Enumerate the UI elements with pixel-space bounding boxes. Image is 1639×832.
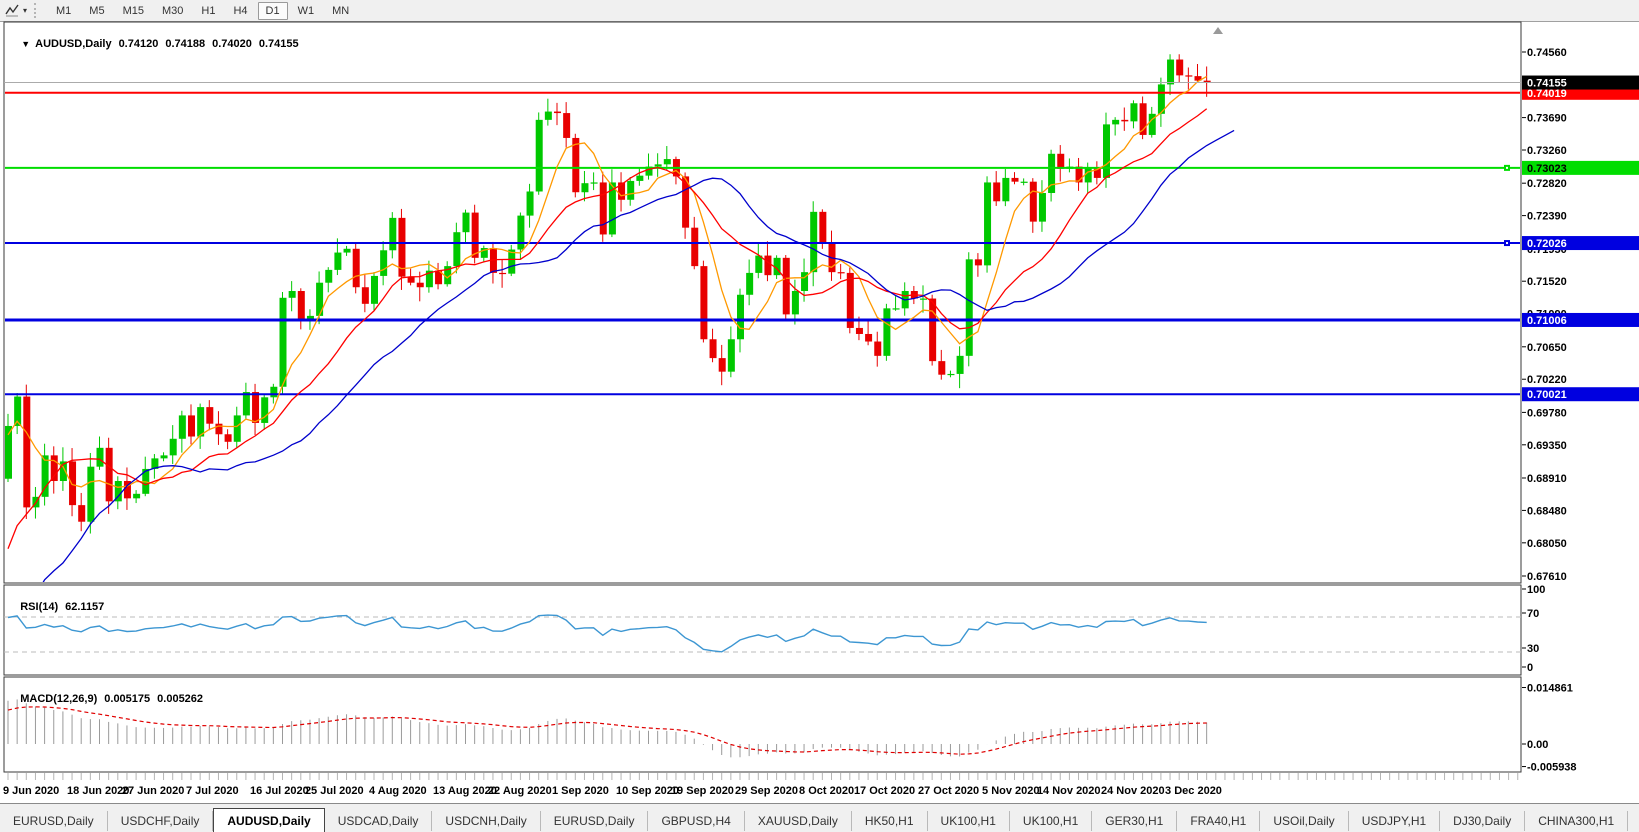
svg-text:30: 30 (1527, 643, 1539, 655)
rsi-value: 62.1157 (65, 601, 105, 613)
date-label: 19 Sep 2020 (671, 785, 734, 797)
date-label: 18 Jun 2020 (67, 785, 129, 797)
svg-text:0.68910: 0.68910 (1527, 473, 1567, 485)
svg-text:0.68480: 0.68480 (1527, 505, 1567, 517)
rsi-pane-label: RSI(14) 62.1157 (8, 589, 104, 625)
svg-text:0.74155: 0.74155 (1527, 78, 1567, 90)
svg-text:0.74560: 0.74560 (1527, 47, 1567, 59)
tab-usdjpy-h1[interactable]: USDJPY,H1 (1349, 811, 1441, 831)
tab-usoil-daily[interactable]: USOil,Daily (1260, 811, 1349, 831)
tab-usoil-h1[interactable]: USOil,H1 (1628, 811, 1639, 831)
svg-text:0.72820: 0.72820 (1527, 178, 1567, 190)
svg-text:0.73023: 0.73023 (1527, 163, 1567, 175)
svg-text:0.70021: 0.70021 (1527, 389, 1567, 401)
ohlc-high: 0.74188 (165, 38, 206, 50)
tab-ger30-h1[interactable]: GER30,H1 (1092, 811, 1178, 831)
svg-text:100: 100 (1527, 584, 1545, 596)
macd-signal-value: 0.005262 (157, 693, 204, 705)
svg-text:0.72390: 0.72390 (1527, 211, 1567, 223)
tab-uk100-h1[interactable]: UK100,H1 (1010, 811, 1093, 831)
date-label: 25 Jul 2020 (305, 785, 364, 797)
trading-app-window: ▾ M1M5M15M30H1H4D1W1MN 0.745600.741300.7… (0, 0, 1639, 832)
svg-text:0.73690: 0.73690 (1527, 113, 1567, 125)
date-label: 8 Oct 2020 (799, 785, 854, 797)
ohlc-low: 0.74020 (212, 38, 252, 50)
svg-text:0.69780: 0.69780 (1527, 407, 1567, 419)
date-label: 16 Jul 2020 (250, 785, 309, 797)
svg-text:0.74019: 0.74019 (1527, 88, 1567, 100)
date-label: 3 Dec 2020 (1165, 785, 1222, 797)
tabs-holder: EURUSD,Daily USDCHF,Daily AUDUSD,Daily USDC… (0, 804, 1639, 832)
svg-text:0.72026: 0.72026 (1527, 238, 1567, 250)
date-label: 27 Jun 2020 (122, 785, 184, 797)
tab-eurusd-daily[interactable]: EURUSD,Daily (541, 811, 649, 831)
pane-border (3, 584, 1522, 676)
macd-pane-label: MACD(12,26,9) 0.005175 0.005262 (8, 681, 203, 717)
svg-text:70: 70 (1527, 608, 1539, 620)
pane-border (3, 676, 1522, 773)
price-axis[interactable]: 0.745600.741300.736900.732600.728200.723… (1522, 47, 1639, 774)
date-label: 7 Jul 2020 (186, 785, 239, 797)
date-label: 22 Aug 2020 (488, 785, 552, 797)
date-label: 14 Nov 2020 (1037, 785, 1101, 797)
svg-text:0.70220: 0.70220 (1527, 374, 1567, 386)
date-label: 4 Aug 2020 (369, 785, 427, 797)
date-label: 5 Nov 2020 (982, 785, 1039, 797)
svg-text:0.69350: 0.69350 (1527, 440, 1567, 452)
date-label: 17 Oct 2020 (854, 785, 915, 797)
tab-gbpusd-h4[interactable]: GBPUSD,H4 (648, 811, 745, 831)
tab-dj30-daily[interactable]: DJ30,Daily (1440, 811, 1526, 831)
chart-marker-icon[interactable]: ▼ (21, 39, 30, 49)
ohlc-close: 0.74155 (258, 38, 299, 50)
date-label: 29 Sep 2020 (735, 785, 798, 797)
tab-hk50-h1[interactable]: HK50,H1 (852, 811, 928, 831)
tab-xauusd-daily[interactable]: XAUUSD,Daily (745, 811, 852, 831)
macd-name: MACD(12,26,9) (20, 693, 98, 705)
tab-usdcad-daily[interactable]: USDCAD,Daily (325, 811, 433, 831)
svg-text:0.68050: 0.68050 (1527, 538, 1567, 550)
date-label: 1 Sep 2020 (552, 785, 609, 797)
svg-text:0: 0 (1527, 662, 1533, 674)
rsi-name: RSI(14) (20, 601, 59, 613)
symbol-tab-bar: EURUSD,Daily USDCHF,Daily AUDUSD,Daily USDC… (0, 803, 1639, 832)
tab-fra40-h1[interactable]: FRA40,H1 (1177, 811, 1261, 831)
svg-text:0.71006: 0.71006 (1527, 315, 1567, 327)
date-label: 9 Jun 2020 (3, 785, 59, 797)
macd-value: 0.005175 (104, 693, 151, 705)
tab-uk100-h1[interactable]: UK100,H1 (928, 811, 1010, 831)
date-label: 10 Sep 2020 (616, 785, 679, 797)
tab-eurusd-daily[interactable]: EURUSD,Daily (0, 811, 108, 831)
svg-text:0.70650: 0.70650 (1527, 342, 1567, 354)
time-axis[interactable]: 9 Jun 2020 18 Jun 202027 Jun 2020 7 Jul 20… (3, 773, 1519, 797)
chart-title: ▼ AUDUSD,Daily 0.74120 0.74188 0.74020 0.7415… (9, 26, 299, 62)
chart-symbol: AUDUSD,Daily (35, 38, 112, 50)
svg-text:0.014861: 0.014861 (1527, 683, 1573, 695)
tab-audusd-daily[interactable]: AUDUSD,Daily (213, 808, 325, 832)
date-label: 27 Oct 2020 (918, 785, 979, 797)
date-label: 24 Nov 2020 (1101, 785, 1165, 797)
pane-border (3, 21, 1522, 584)
tab-usdchf-daily[interactable]: USDCHF,Daily (108, 811, 214, 831)
chart-canvas[interactable]: 0.745600.741300.736900.732600.728200.723… (0, 0, 1639, 803)
ohlc-open: 0.74120 (118, 38, 159, 50)
tab-usdcnh-daily[interactable]: USDCNH,Daily (432, 811, 541, 831)
svg-text:-0.005938: -0.005938 (1527, 762, 1577, 774)
svg-text:0.00: 0.00 (1527, 739, 1548, 751)
tab-china300-h1[interactable]: CHINA300,H1 (1525, 811, 1629, 831)
svg-text:0.67610: 0.67610 (1527, 571, 1567, 583)
svg-text:0.71520: 0.71520 (1527, 276, 1567, 288)
svg-text:0.73260: 0.73260 (1527, 145, 1567, 157)
